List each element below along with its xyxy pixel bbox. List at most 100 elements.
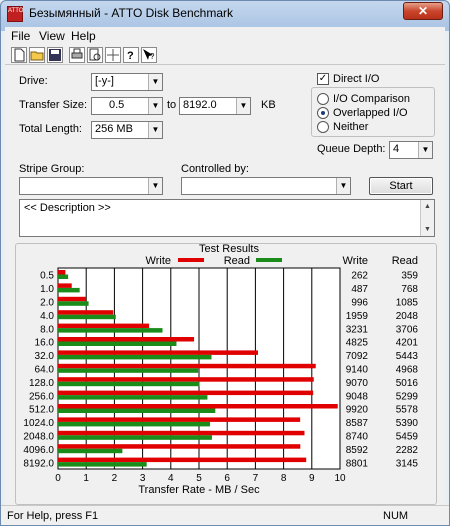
drive-label: Drive:: [19, 75, 48, 87]
chevron-down-icon[interactable]: ▼: [236, 98, 250, 114]
write-bar: [58, 457, 307, 463]
read-value-label: 2282: [396, 445, 419, 456]
x-tick-label: 1: [83, 473, 89, 484]
transfer-size-to-combo[interactable]: 8192.0 ▼: [179, 97, 251, 115]
read-value-label: 4968: [396, 365, 419, 376]
svg-text:?: ?: [127, 50, 134, 62]
move-icon[interactable]: [105, 47, 121, 63]
total-length-label: Total Length:: [19, 123, 82, 135]
category-label: 32.0: [35, 351, 55, 362]
write-value-label: 8592: [346, 445, 369, 456]
read-bar: [58, 408, 216, 413]
x-tick-label: 9: [309, 473, 315, 484]
scroll-up-icon[interactable]: ▲: [421, 200, 434, 213]
help-icon[interactable]: ?: [123, 47, 139, 63]
open-folder-icon[interactable]: [29, 47, 45, 63]
write-value-label: 7092: [346, 351, 369, 362]
queue-depth-value: 4: [393, 143, 400, 155]
read-value-label: 4201: [396, 338, 419, 349]
controlled-by-combo[interactable]: ▼: [181, 177, 351, 195]
window-title: Безымянный - ATTO Disk Benchmark: [29, 6, 233, 20]
overlapped-io-label: Overlapped I/O: [333, 107, 408, 119]
io-comparison-radio[interactable]: [317, 93, 329, 105]
description-text: << Description >>: [24, 202, 111, 214]
category-label: 4.0: [40, 311, 54, 322]
chevron-down-icon[interactable]: ▼: [148, 178, 162, 194]
chevron-down-icon[interactable]: ▼: [336, 178, 350, 194]
status-text: For Help, press F1: [7, 510, 99, 522]
read-bar: [58, 448, 123, 454]
write-bar: [58, 270, 66, 275]
stripe-group-combo[interactable]: ▼: [19, 177, 163, 195]
stripe-group-label: Stripe Group:: [19, 163, 85, 175]
chevron-down-icon[interactable]: ▼: [418, 142, 432, 158]
category-label: 8192.0: [23, 458, 54, 469]
chevron-down-icon[interactable]: ▼: [148, 122, 162, 138]
title-bar[interactable]: ATTO Безымянный - ATTO Disk Benchmark ✕: [1, 1, 449, 27]
x-tick-label: 2: [112, 473, 118, 484]
close-button[interactable]: ✕: [403, 2, 443, 20]
read-value-label: 768: [401, 284, 418, 295]
read-bar: [58, 287, 80, 293]
read-value-label: 5390: [396, 418, 419, 429]
read-bar: [58, 274, 69, 279]
print-preview-icon[interactable]: [87, 47, 103, 63]
category-label: 512.0: [29, 405, 54, 416]
read-bar: [58, 314, 116, 320]
scroll-down-icon[interactable]: ▼: [421, 223, 434, 236]
write-value-label: 9048: [346, 391, 369, 402]
description-scrollbar[interactable]: ▲ ▼: [420, 200, 434, 236]
read-column-header: Read: [392, 255, 418, 267]
total-length-value: 256 MB: [95, 123, 133, 135]
main-panel: Drive: [-y-] ▼ Transfer Size: 0.5 ▼ to 8…: [5, 65, 445, 505]
direct-io-label: Direct I/O: [333, 73, 380, 85]
read-value-label: 359: [401, 271, 418, 282]
chevron-down-icon[interactable]: ▼: [148, 74, 162, 90]
controlled-by-label: Controlled by:: [181, 163, 249, 175]
write-bar: [58, 430, 305, 436]
transfer-size-from-combo[interactable]: 0.5 ▼: [91, 97, 163, 115]
x-tick-label: 7: [253, 473, 259, 484]
category-label: 1024.0: [23, 418, 54, 429]
menu-help[interactable]: Help: [71, 29, 96, 43]
x-tick-label: 0: [55, 473, 61, 484]
description-textarea[interactable]: << Description >> ▲ ▼: [19, 199, 435, 237]
queue-depth-combo[interactable]: 4 ▼: [389, 141, 433, 159]
read-value-label: 5578: [396, 405, 419, 416]
read-bar: [58, 328, 163, 333]
read-bar: [58, 421, 210, 427]
transfer-unit-label: KB: [261, 99, 276, 111]
menu-file[interactable]: File: [11, 29, 30, 43]
x-tick-label: 5: [196, 473, 202, 484]
menu-view[interactable]: View: [39, 29, 65, 43]
category-label: 1.0: [40, 284, 54, 295]
new-file-icon[interactable]: [11, 47, 27, 63]
total-length-combo[interactable]: 256 MB ▼: [91, 121, 163, 139]
category-label: 256.0: [29, 391, 54, 402]
chevron-down-icon[interactable]: ▼: [148, 98, 162, 114]
write-bar: [58, 283, 72, 288]
overlapped-io-radio[interactable]: [317, 107, 329, 119]
transfer-from-value: 0.5: [109, 99, 125, 111]
atto-app-icon[interactable]: ATTO: [7, 6, 23, 22]
neither-radio[interactable]: [317, 121, 329, 133]
direct-io-checkbox[interactable]: ✓: [317, 73, 329, 85]
save-icon[interactable]: [47, 47, 63, 63]
write-value-label: 9140: [346, 365, 369, 376]
transfer-to-value: 8192.0: [183, 99, 217, 111]
io-comparison-label: I/O Comparison: [333, 93, 411, 105]
read-bar: [58, 354, 212, 360]
write-bar: [58, 404, 338, 409]
read-value-label: 3145: [396, 458, 419, 469]
read-value-label: 3706: [396, 324, 419, 335]
legend-write-swatch: [178, 258, 204, 262]
print-icon[interactable]: [69, 47, 85, 63]
drive-combo[interactable]: [-y-] ▼: [91, 73, 163, 91]
write-value-label: 4825: [346, 338, 369, 349]
context-help-icon[interactable]: ?: [141, 47, 157, 63]
x-tick-label: 10: [334, 473, 346, 484]
read-value-label: 5299: [396, 391, 419, 402]
start-button[interactable]: Start: [369, 177, 433, 195]
read-bar: [58, 395, 208, 400]
write-bar: [58, 310, 114, 315]
